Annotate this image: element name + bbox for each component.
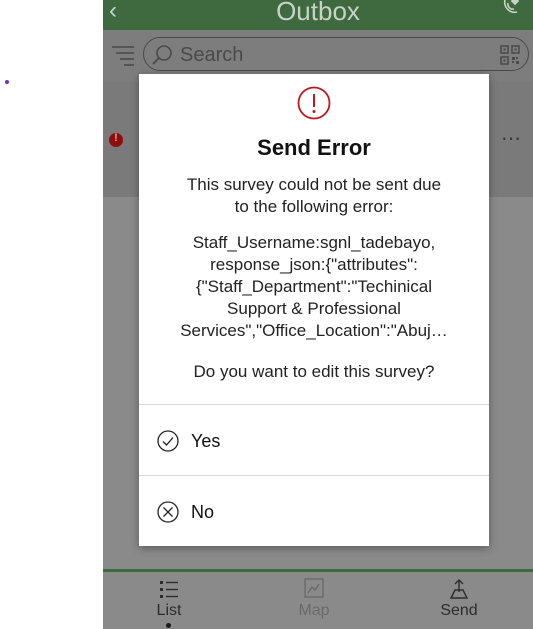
tab-label: Send (440, 602, 478, 619)
error-dot-icon (109, 132, 123, 147)
bottom-tab-bar: List Map Send (103, 572, 533, 629)
item-menu-button[interactable]: ⋯ (501, 126, 523, 151)
tab-send[interactable]: Send (419, 578, 499, 620)
no-label: No (191, 502, 215, 522)
send-upload-icon (449, 579, 469, 599)
map-icon (304, 578, 324, 598)
dialog-error-detail: Staff_Username:sgnl_tadebayo, response_j… (180, 233, 448, 340)
tab-map[interactable]: Map (274, 578, 354, 620)
exclamation-circle-icon (297, 86, 331, 120)
dialog-message: This survey could not be sent due to the… (186, 175, 442, 216)
title-bar: ‹ Outbox (103, 0, 533, 30)
search-input[interactable]: Search (143, 37, 529, 71)
qr-code-icon[interactable] (500, 45, 520, 65)
check-circle-icon (157, 430, 179, 452)
send-error-dialog: Send Error This survey could not be sent… (139, 74, 489, 546)
no-button[interactable]: No (139, 476, 489, 546)
tab-label: Map (298, 602, 330, 619)
list-icon (160, 581, 178, 598)
satellite-signal-icon[interactable] (499, 0, 523, 18)
tab-list[interactable]: List (129, 578, 209, 620)
magnifier-icon (152, 45, 172, 65)
yes-button[interactable]: Yes (139, 405, 489, 475)
page-title: Outbox (276, 0, 360, 26)
active-tab-indicator (166, 623, 171, 628)
dialog-title: Send Error (257, 135, 371, 160)
yes-label: Yes (191, 431, 221, 451)
stray-dot (5, 80, 9, 84)
dialog-question: Do you want to edit this survey? (193, 362, 435, 381)
filter-list-icon[interactable] (111, 42, 135, 68)
search-placeholder: Search (180, 44, 244, 66)
close-circle-icon (157, 501, 179, 523)
tab-label: List (156, 602, 182, 619)
